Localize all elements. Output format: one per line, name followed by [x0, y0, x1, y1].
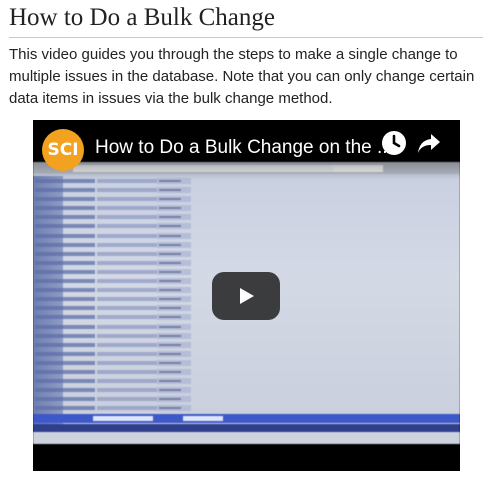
- play-icon: [240, 288, 254, 304]
- video-title[interactable]: How to Do a Bulk Change on the ...: [95, 137, 393, 159]
- clock-icon[interactable]: [381, 130, 407, 156]
- article-description: This video guides you through the steps …: [9, 46, 475, 107]
- title-divider: [9, 37, 483, 38]
- share-icon[interactable]: [416, 130, 442, 156]
- video-player[interactable]: SCI How to Do a Bulk Change on the ...: [33, 120, 460, 471]
- channel-logo[interactable]: SCI: [42, 129, 84, 171]
- play-button[interactable]: [212, 272, 280, 320]
- page-title: How to Do a Bulk Change: [9, 4, 275, 31]
